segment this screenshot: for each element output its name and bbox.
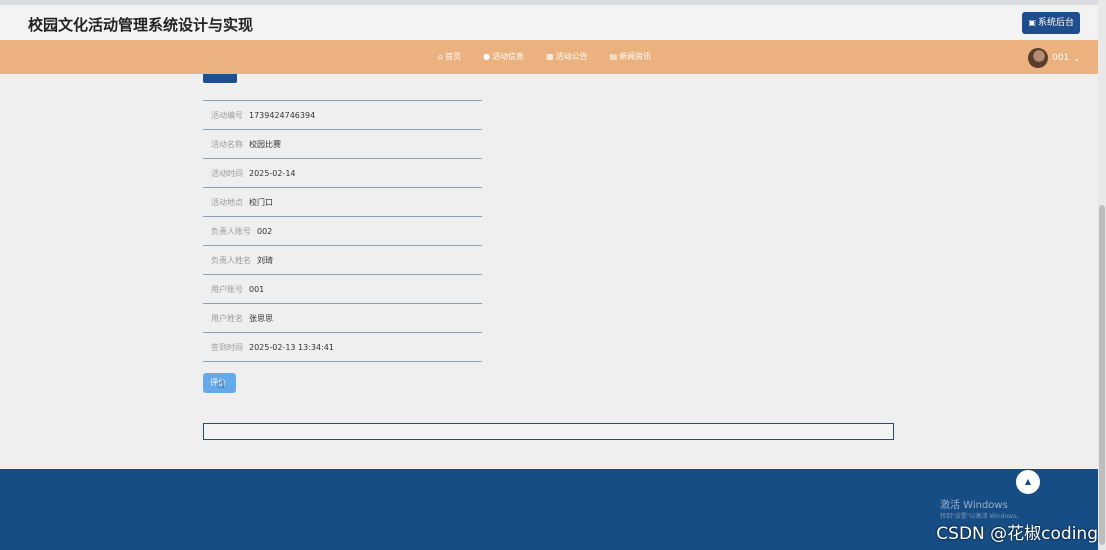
- notice-icon: ▦: [546, 52, 554, 61]
- nav-bar: ⌂ 首页 ● 活动信息 ▦ 活动公告 ▤ 新闻资讯 001 ⌄: [0, 40, 1106, 74]
- back-button[interactable]: [203, 74, 237, 83]
- info-icon: ●: [483, 52, 491, 61]
- nav-item-label: 活动信息: [492, 52, 525, 61]
- admin-backend-label: 系统后台: [1037, 18, 1074, 28]
- avatar: [1028, 48, 1049, 68]
- detail-value: 2025-02-13 13:34:41: [249, 342, 334, 352]
- detail-label: 签到时间: [211, 342, 243, 352]
- detail-value: 刘琦: [257, 255, 273, 265]
- detail-value: 001: [249, 284, 265, 294]
- detail-value: 张思思: [249, 313, 273, 323]
- site-title: 校园文化活动管理系统设计与实现: [28, 16, 254, 34]
- detail-row: 用户账号 001: [203, 275, 482, 304]
- csdn-watermark: CSDN @花椒coding: [936, 524, 1098, 544]
- nav-item-activity-notice[interactable]: ▦ 活动公告: [546, 51, 588, 62]
- nav-item-label: 活动公告: [555, 52, 588, 61]
- scrollbar-thumb[interactable]: [1099, 205, 1105, 545]
- detail-row: 活动编号 1739424746394: [203, 101, 482, 130]
- detail-row: 活动时间 2025-02-14: [203, 159, 482, 188]
- detail-value: 002: [257, 226, 273, 236]
- site-header: 校园文化活动管理系统设计与实现 ▣ 系统后台: [0, 5, 1106, 40]
- detail-label: 用户账号: [211, 284, 243, 294]
- windows-activation-title: 激活 Windows: [940, 500, 1008, 511]
- detail-row: 活动名称 校园比赛: [203, 130, 482, 159]
- detail-label: 负责人姓名: [211, 255, 251, 265]
- nav-items: ⌂ 首页 ● 活动信息 ▦ 活动公告 ▤ 新闻资讯: [438, 51, 651, 62]
- dashboard-icon: ▣: [1028, 18, 1036, 27]
- nav-item-news[interactable]: ▤ 新闻资讯: [610, 51, 652, 62]
- admin-backend-button[interactable]: ▣ 系统后台: [1022, 12, 1080, 34]
- detail-label: 活动编号: [211, 110, 243, 120]
- detail-label: 活动名称: [211, 139, 243, 149]
- comment-area[interactable]: [203, 423, 894, 440]
- detail-row: 用户姓名 张思思: [203, 304, 482, 333]
- detail-label: 活动时间: [211, 168, 243, 178]
- detail-row: 负责人账号 002: [203, 217, 482, 246]
- detail-label: 用户姓名: [211, 313, 243, 323]
- detail-value: 校门口: [249, 197, 273, 207]
- nav-item-label: 新闻资讯: [619, 52, 652, 61]
- nav-item-home[interactable]: ⌂ 首页: [438, 51, 461, 62]
- user-menu[interactable]: 001 ⌄: [1028, 48, 1080, 68]
- detail-value: 1739424746394: [249, 110, 316, 120]
- scroll-to-top-button[interactable]: ▲: [1016, 470, 1040, 494]
- activity-detail-list: 活动编号 1739424746394 活动名称 校园比赛 活动时间 2025-0…: [203, 100, 482, 362]
- detail-value: 2025-02-14: [249, 168, 296, 178]
- detail-row: 负责人姓名 刘琦: [203, 246, 482, 275]
- detail-label: 负责人账号: [211, 226, 251, 236]
- nav-item-label: 首页: [445, 52, 462, 61]
- detail-value: 校园比赛: [249, 139, 281, 149]
- nav-item-activity-info[interactable]: ● 活动信息: [483, 51, 524, 62]
- scrollbar[interactable]: [1098, 0, 1106, 550]
- hand-cursor-icon: ☝: [217, 377, 225, 392]
- detail-row: 活动地点 校门口: [203, 188, 482, 217]
- news-icon: ▤: [609, 52, 618, 61]
- detail-row: 签到时间 2025-02-13 13:34:41: [203, 333, 482, 362]
- user-name: 001: [1052, 53, 1070, 63]
- chevron-down-icon: ⌄: [1073, 53, 1080, 63]
- home-icon: ⌂: [438, 52, 444, 61]
- detail-label: 活动地点: [211, 197, 243, 207]
